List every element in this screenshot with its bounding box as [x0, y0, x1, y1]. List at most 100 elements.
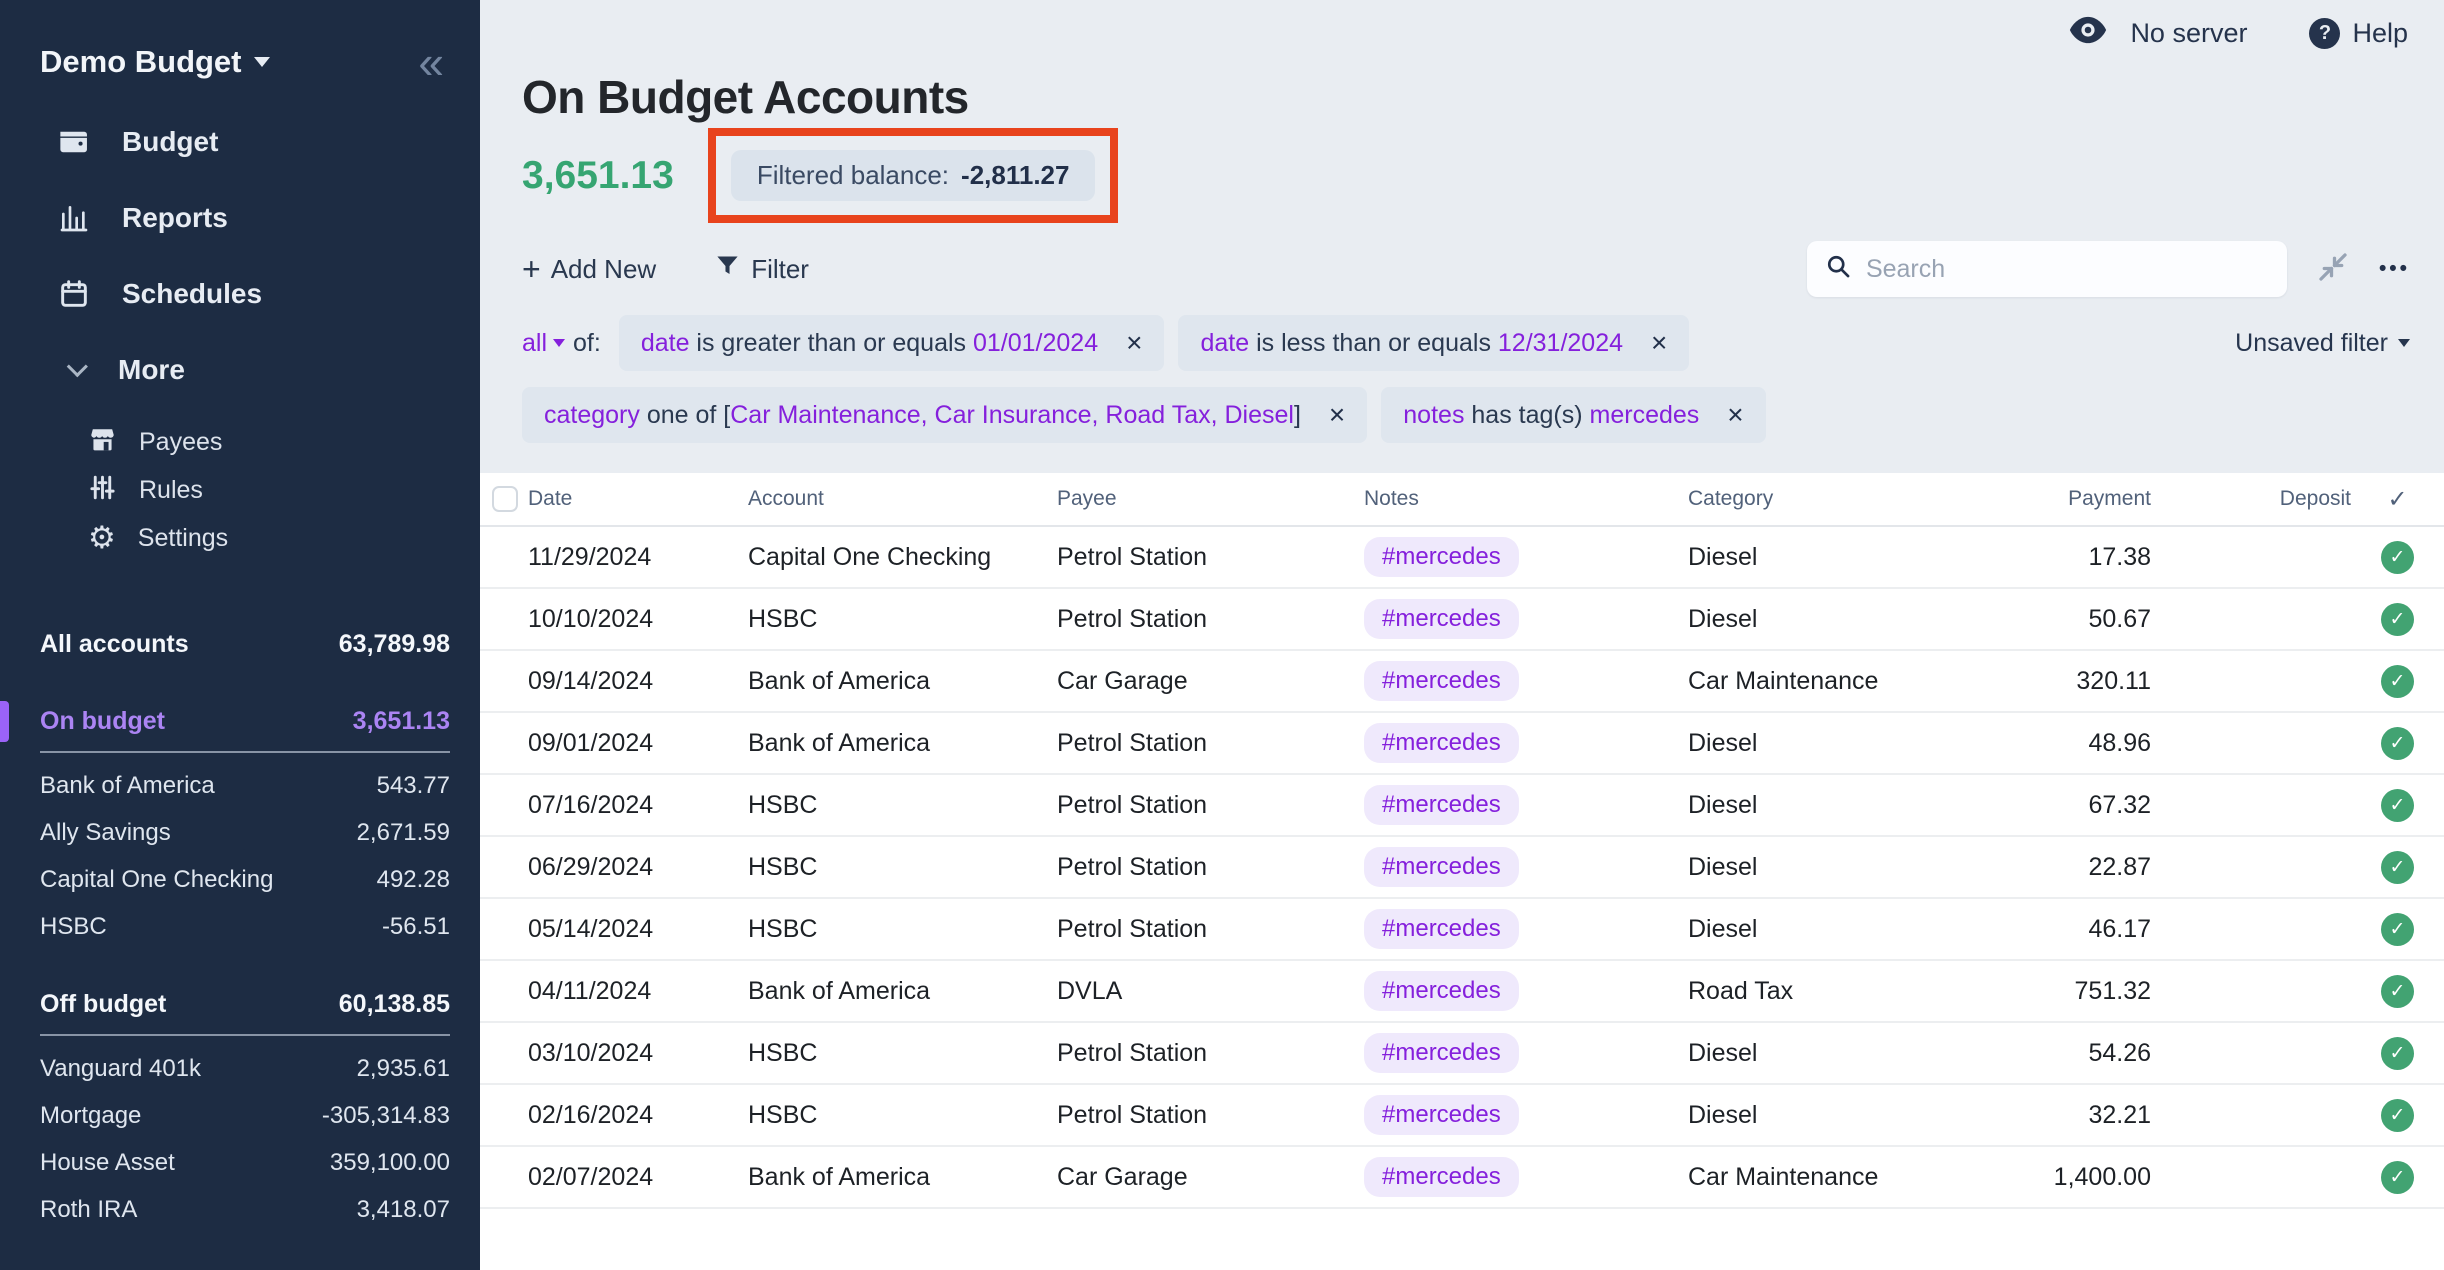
- cell-cleared[interactable]: ✓: [2351, 1099, 2444, 1132]
- cell-account[interactable]: HSBC: [748, 1101, 1057, 1130]
- cell-account[interactable]: Bank of America: [748, 729, 1057, 758]
- table-row[interactable]: 09/14/2024Bank of AmericaCar Garage#merc…: [480, 651, 2444, 713]
- cell-payment[interactable]: 46.17: [1928, 915, 2151, 944]
- sidebar-item-rules[interactable]: Rules: [88, 467, 480, 515]
- sidebar-account-item[interactable]: Roth IRA3,418.07: [0, 1187, 480, 1234]
- cell-payment[interactable]: 32.21: [1928, 1101, 2151, 1130]
- cell-date[interactable]: 05/14/2024: [528, 915, 748, 944]
- match-mode-dropdown[interactable]: all: [522, 329, 565, 358]
- search-input[interactable]: [1866, 255, 2269, 284]
- cell-payment[interactable]: 67.32: [1928, 791, 2151, 820]
- notes-tag[interactable]: #mercedes: [1364, 971, 1519, 1011]
- notes-tag[interactable]: #mercedes: [1364, 599, 1519, 639]
- cell-category[interactable]: Diesel: [1688, 1101, 1928, 1130]
- cell-date[interactable]: 04/11/2024: [528, 977, 748, 1006]
- cell-account[interactable]: Capital One Checking: [748, 543, 1057, 572]
- sidebar-item-budget[interactable]: Budget: [56, 115, 480, 169]
- sidebar-account-item[interactable]: Mortgage-305,314.83: [0, 1093, 480, 1140]
- server-status[interactable]: No server: [2130, 18, 2247, 49]
- cell-payment[interactable]: 50.67: [1928, 605, 2151, 634]
- cell-cleared[interactable]: ✓: [2351, 789, 2444, 822]
- cell-notes[interactable]: #mercedes: [1364, 1033, 1688, 1073]
- cell-account[interactable]: Bank of America: [748, 1163, 1057, 1192]
- cell-payee[interactable]: Petrol Station: [1057, 605, 1364, 634]
- filter-chip-notes-tag[interactable]: notes has tag(s) mercedes ×: [1381, 387, 1765, 443]
- privacy-eye-icon[interactable]: [2068, 16, 2108, 51]
- cell-notes[interactable]: #mercedes: [1364, 599, 1688, 639]
- cell-date[interactable]: 07/16/2024: [528, 791, 748, 820]
- notes-tag[interactable]: #mercedes: [1364, 847, 1519, 887]
- cell-cleared[interactable]: ✓: [2351, 665, 2444, 698]
- table-row[interactable]: 10/10/2024HSBCPetrol Station#mercedesDie…: [480, 589, 2444, 651]
- total-balance[interactable]: 3,651.13: [522, 154, 674, 198]
- cell-notes[interactable]: #mercedes: [1364, 785, 1688, 825]
- sidebar-item-more[interactable]: More: [56, 343, 480, 397]
- sidebar-item-payees[interactable]: Payees: [88, 419, 480, 467]
- sidebar-account-item[interactable]: Capital One Checking492.28: [0, 857, 480, 904]
- table-row[interactable]: 06/29/2024HSBCPetrol Station#mercedesDie…: [480, 837, 2444, 899]
- column-header-account[interactable]: Account: [748, 487, 1057, 511]
- cell-cleared[interactable]: ✓: [2351, 975, 2444, 1008]
- cell-date[interactable]: 06/29/2024: [528, 853, 748, 882]
- select-all-checkbox[interactable]: [492, 486, 518, 512]
- cell-category[interactable]: Car Maintenance: [1688, 1163, 1928, 1192]
- cell-category[interactable]: Diesel: [1688, 729, 1928, 758]
- notes-tag[interactable]: #mercedes: [1364, 909, 1519, 949]
- sidebar-item-on-budget[interactable]: On budget 3,651.13: [0, 698, 480, 745]
- cell-notes[interactable]: #mercedes: [1364, 909, 1688, 949]
- cell-cleared[interactable]: ✓: [2351, 1161, 2444, 1194]
- cell-cleared[interactable]: ✓: [2351, 851, 2444, 884]
- column-header-category[interactable]: Category: [1688, 487, 1928, 511]
- table-row[interactable]: 11/29/2024Capital One CheckingPetrol Sta…: [480, 527, 2444, 589]
- notes-tag[interactable]: #mercedes: [1364, 1157, 1519, 1197]
- sidebar-item-schedules[interactable]: Schedules: [56, 267, 480, 321]
- cell-notes[interactable]: #mercedes: [1364, 537, 1688, 577]
- add-new-button[interactable]: + Add New: [522, 253, 656, 285]
- cell-payee[interactable]: Petrol Station: [1057, 915, 1364, 944]
- sidebar-account-item[interactable]: Vanguard 401k2,935.61: [0, 1046, 480, 1093]
- cell-notes[interactable]: #mercedes: [1364, 847, 1688, 887]
- table-row[interactable]: 03/10/2024HSBCPetrol Station#mercedesDie…: [480, 1023, 2444, 1085]
- cell-date[interactable]: 11/29/2024: [528, 543, 748, 572]
- cell-payee[interactable]: Petrol Station: [1057, 1101, 1364, 1130]
- table-row[interactable]: 02/16/2024HSBCPetrol Station#mercedesDie…: [480, 1085, 2444, 1147]
- cell-payee[interactable]: DVLA: [1057, 977, 1364, 1006]
- cell-payment[interactable]: 54.26: [1928, 1039, 2151, 1068]
- cell-date[interactable]: 03/10/2024: [528, 1039, 748, 1068]
- remove-filter-icon[interactable]: ×: [1126, 329, 1142, 357]
- cell-cleared[interactable]: ✓: [2351, 603, 2444, 636]
- notes-tag[interactable]: #mercedes: [1364, 1095, 1519, 1135]
- column-header-deposit[interactable]: Deposit: [2151, 487, 2351, 511]
- remove-filter-icon[interactable]: ×: [1329, 401, 1345, 429]
- cell-payment[interactable]: 751.32: [1928, 977, 2151, 1006]
- sidebar-account-item[interactable]: House Asset359,100.00: [0, 1140, 480, 1187]
- cell-category[interactable]: Road Tax: [1688, 977, 1928, 1006]
- column-header-date[interactable]: Date: [528, 487, 748, 511]
- notes-tag[interactable]: #mercedes: [1364, 785, 1519, 825]
- remove-filter-icon[interactable]: ×: [1727, 401, 1743, 429]
- help-button[interactable]: ? Help: [2309, 18, 2408, 49]
- cell-notes[interactable]: #mercedes: [1364, 971, 1688, 1011]
- sidebar-account-item[interactable]: Ally Savings2,671.59: [0, 810, 480, 857]
- cell-payment[interactable]: 1,400.00: [1928, 1163, 2151, 1192]
- sidebar-item-off-budget[interactable]: Off budget 60,138.85: [0, 981, 480, 1028]
- cell-notes[interactable]: #mercedes: [1364, 1157, 1688, 1197]
- sidebar-account-item[interactable]: HSBC-56.51: [0, 904, 480, 951]
- sidebar-item-all-accounts[interactable]: All accounts 63,789.98: [0, 621, 480, 668]
- cell-notes[interactable]: #mercedes: [1364, 1095, 1688, 1135]
- table-row[interactable]: 02/07/2024Bank of AmericaCar Garage#merc…: [480, 1147, 2444, 1209]
- cell-payee[interactable]: Car Garage: [1057, 1163, 1364, 1192]
- cell-notes[interactable]: #mercedes: [1364, 723, 1688, 763]
- cell-date[interactable]: 09/01/2024: [528, 729, 748, 758]
- notes-tag[interactable]: #mercedes: [1364, 723, 1519, 763]
- notes-tag[interactable]: #mercedes: [1364, 661, 1519, 701]
- table-row[interactable]: 05/14/2024HSBCPetrol Station#mercedesDie…: [480, 899, 2444, 961]
- cell-category[interactable]: Diesel: [1688, 791, 1928, 820]
- filter-chip-date-lte[interactable]: date is less than or equals 12/31/2024 ×: [1178, 315, 1689, 371]
- cell-account[interactable]: HSBC: [748, 853, 1057, 882]
- cell-account[interactable]: HSBC: [748, 1039, 1057, 1068]
- cell-date[interactable]: 09/14/2024: [528, 667, 748, 696]
- filtered-balance-pill[interactable]: Filtered balance: -2,811.27: [731, 150, 1096, 201]
- compress-rows-icon[interactable]: [2315, 249, 2351, 290]
- collapse-sidebar-icon[interactable]: «: [418, 44, 444, 81]
